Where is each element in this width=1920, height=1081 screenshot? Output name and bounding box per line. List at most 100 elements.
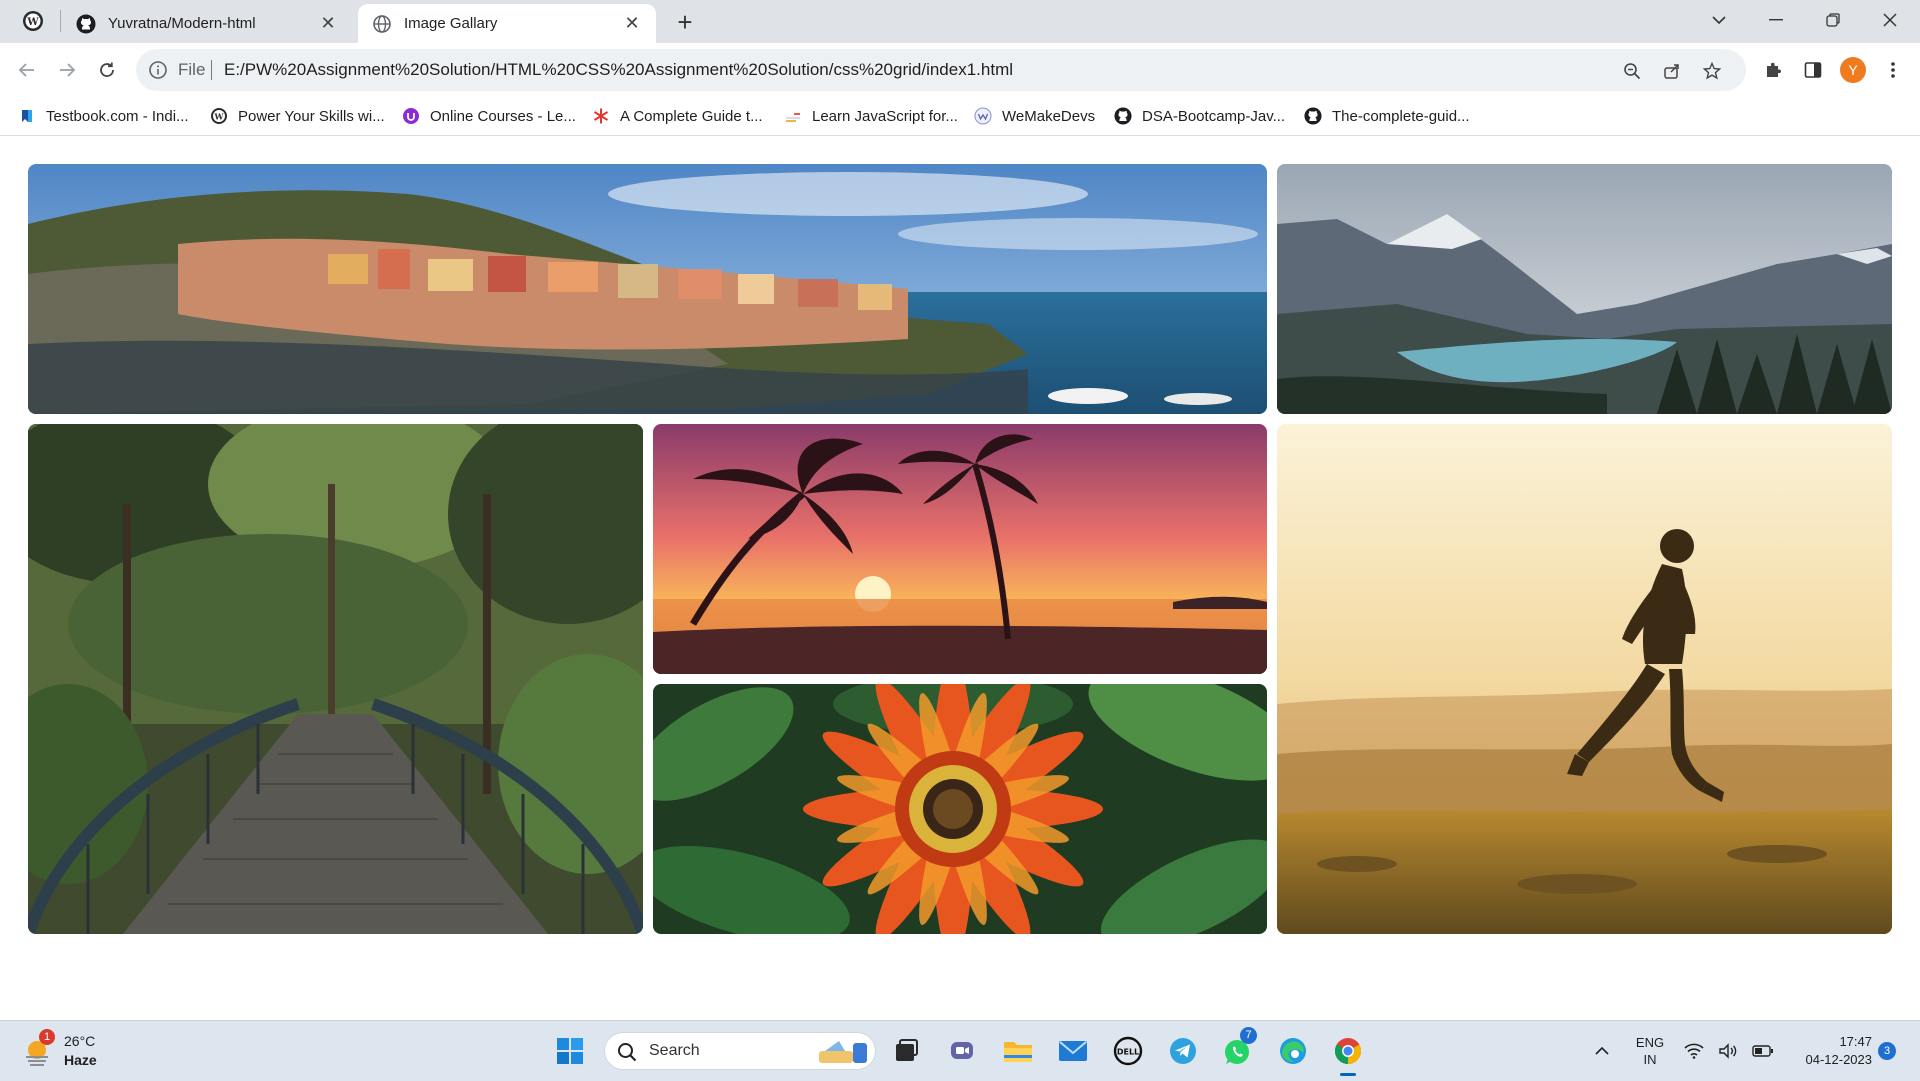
telegram-button[interactable]: [1165, 1033, 1201, 1069]
more-vertical-icon: [1891, 62, 1895, 78]
show-hidden-icons-button[interactable]: [1590, 1033, 1614, 1069]
chevron-down-icon: [1712, 16, 1726, 25]
javascript-icon: [784, 107, 802, 125]
restore-icon: [1826, 13, 1840, 27]
arrow-right-icon: [60, 63, 76, 77]
wordpress-icon: W: [210, 107, 228, 125]
dell-button[interactable]: DELL: [1110, 1033, 1146, 1069]
testbook-icon: [18, 107, 36, 125]
asterisk-icon: [592, 107, 610, 125]
bookmark-label: Power Your Skills wi...: [238, 107, 385, 125]
udemy-icon: [402, 107, 420, 125]
side-panel-button[interactable]: [1796, 53, 1830, 87]
bookmark-star-icon[interactable]: [1700, 59, 1724, 83]
tab-search-button[interactable]: [1695, 0, 1743, 40]
zoom-icon[interactable]: [1620, 59, 1644, 83]
weather-widget[interactable]: 1 26°C Haze: [22, 1029, 142, 1073]
bookmark-label: Online Courses - Le...: [430, 107, 576, 125]
tab-github[interactable]: Yuvratna/Modern-html ✕: [62, 4, 352, 43]
chat-icon: [951, 1042, 973, 1059]
reload-button[interactable]: [90, 53, 124, 87]
bookmark-learn-javascript[interactable]: Learn JavaScript for...: [784, 103, 958, 129]
close-tab-icon[interactable]: ✕: [318, 13, 338, 34]
flower-image: [653, 684, 1267, 934]
info-icon[interactable]: [148, 60, 168, 80]
taskbar-search[interactable]: Search: [604, 1032, 876, 1070]
chrome-button[interactable]: [1330, 1033, 1366, 1076]
svg-text:W: W: [26, 17, 39, 28]
search-label: Search: [649, 1042, 700, 1059]
wemakedevs-icon: [974, 107, 992, 125]
active-app-indicator: [1340, 1073, 1356, 1076]
clock-date: 04-12-2023: [1805, 1052, 1873, 1067]
bookmark-testbook[interactable]: Testbook.com - Indi...: [18, 103, 189, 129]
bookmark-dsa-bootcamp[interactable]: DSA-Bootcamp-Jav...: [1114, 103, 1285, 129]
notification-center-button[interactable]: 3: [1876, 1033, 1898, 1069]
whatsapp-badge: 7: [1240, 1027, 1257, 1044]
volume-icon: [1719, 1043, 1737, 1059]
battery-icon: [1752, 1045, 1773, 1057]
bookmark-wemakedevs[interactable]: WeMakeDevs: [974, 103, 1095, 129]
profile-button[interactable]: Y: [1836, 53, 1870, 87]
share-icon[interactable]: [1660, 59, 1684, 83]
language-indicator[interactable]: ENG IN: [1628, 1033, 1672, 1069]
bookmark-complete-guide[interactable]: A Complete Guide t...: [592, 103, 763, 129]
tab-image-gallery[interactable]: Image Gallary ✕: [358, 4, 656, 43]
tab-title: Image Gallary: [404, 15, 498, 32]
bookmark-complete-guide-github[interactable]: The-complete-guid...: [1304, 103, 1470, 129]
language-line-1: ENG: [1635, 1035, 1665, 1050]
teams-chat-button[interactable]: [944, 1033, 980, 1069]
taskbar: 1 26°C Haze Search DELL 7 ENG IN 17:47 0…: [0, 1020, 1920, 1081]
bookmark-label: Learn JavaScript for...: [812, 107, 958, 125]
extensions-button[interactable]: [1756, 53, 1790, 87]
wifi-icon: [1684, 1043, 1704, 1059]
chrome-icon: [1334, 1038, 1362, 1065]
wordpress-icon: W: [23, 11, 43, 31]
mail-button[interactable]: [1055, 1033, 1091, 1069]
globe-icon: [372, 14, 392, 34]
clock-time: 17:47: [1839, 1034, 1872, 1049]
bookmark-label: A Complete Guide t...: [620, 107, 763, 125]
notification-count-badge: 3: [1878, 1042, 1896, 1060]
new-tab-button[interactable]: +: [670, 8, 700, 38]
menu-button[interactable]: [1876, 53, 1910, 87]
whatsapp-button[interactable]: 7: [1220, 1027, 1257, 1069]
minimize-icon: [1769, 19, 1783, 21]
chevron-up-icon: [1595, 1046, 1609, 1055]
back-button[interactable]: [10, 53, 44, 87]
close-window-button[interactable]: [1866, 0, 1914, 40]
file-explorer-button[interactable]: [1000, 1033, 1036, 1069]
bookmark-label: The-complete-guid...: [1332, 107, 1470, 125]
svg-text:W: W: [214, 112, 225, 122]
tab-strip: W Yuvratna/Modern-html ✕ Image Gallary ✕…: [0, 0, 1920, 43]
gallery-page: [0, 136, 1920, 1020]
search-icon: [618, 1043, 637, 1062]
task-view-button[interactable]: [888, 1033, 924, 1069]
coastal-village-image: [28, 164, 1267, 414]
bookmark-power-your-skills[interactable]: W Power Your Skills wi...: [210, 103, 385, 129]
address-bar[interactable]: File E:/PW%20Assignment%20Solution/HTML%…: [136, 49, 1746, 91]
start-button[interactable]: [552, 1033, 588, 1069]
bookmark-online-courses[interactable]: Online Courses - Le...: [402, 103, 576, 129]
pinned-tab-wordpress[interactable]: W: [12, 6, 54, 36]
runner-image: [1277, 424, 1892, 934]
clock[interactable]: 17:47 04-12-2023: [1780, 1033, 1873, 1069]
edge-button[interactable]: [1275, 1033, 1311, 1069]
minimize-button[interactable]: [1752, 0, 1800, 40]
github-icon: [1114, 107, 1132, 125]
close-tab-icon[interactable]: ✕: [622, 13, 642, 34]
forward-button[interactable]: [50, 53, 84, 87]
url-text[interactable]: E:/PW%20Assignment%20Solution/HTML%20CSS…: [224, 60, 1013, 80]
svg-text:DELL: DELL: [1117, 1048, 1139, 1057]
palm-sunset-image: [653, 424, 1267, 674]
forest-bridge-image: [28, 424, 643, 934]
weather-badge: 1: [39, 1029, 55, 1045]
edge-icon: [1280, 1038, 1306, 1064]
browser-toolbar: File E:/PW%20Assignment%20Solution/HTML%…: [0, 43, 1920, 97]
restore-button[interactable]: [1809, 0, 1857, 40]
avatar: Y: [1840, 57, 1866, 83]
arrow-left-icon: [18, 63, 34, 77]
bookmark-label: Testbook.com - Indi...: [46, 107, 189, 125]
tab-separator: [60, 10, 61, 32]
system-status-group[interactable]: [1684, 1033, 1774, 1069]
